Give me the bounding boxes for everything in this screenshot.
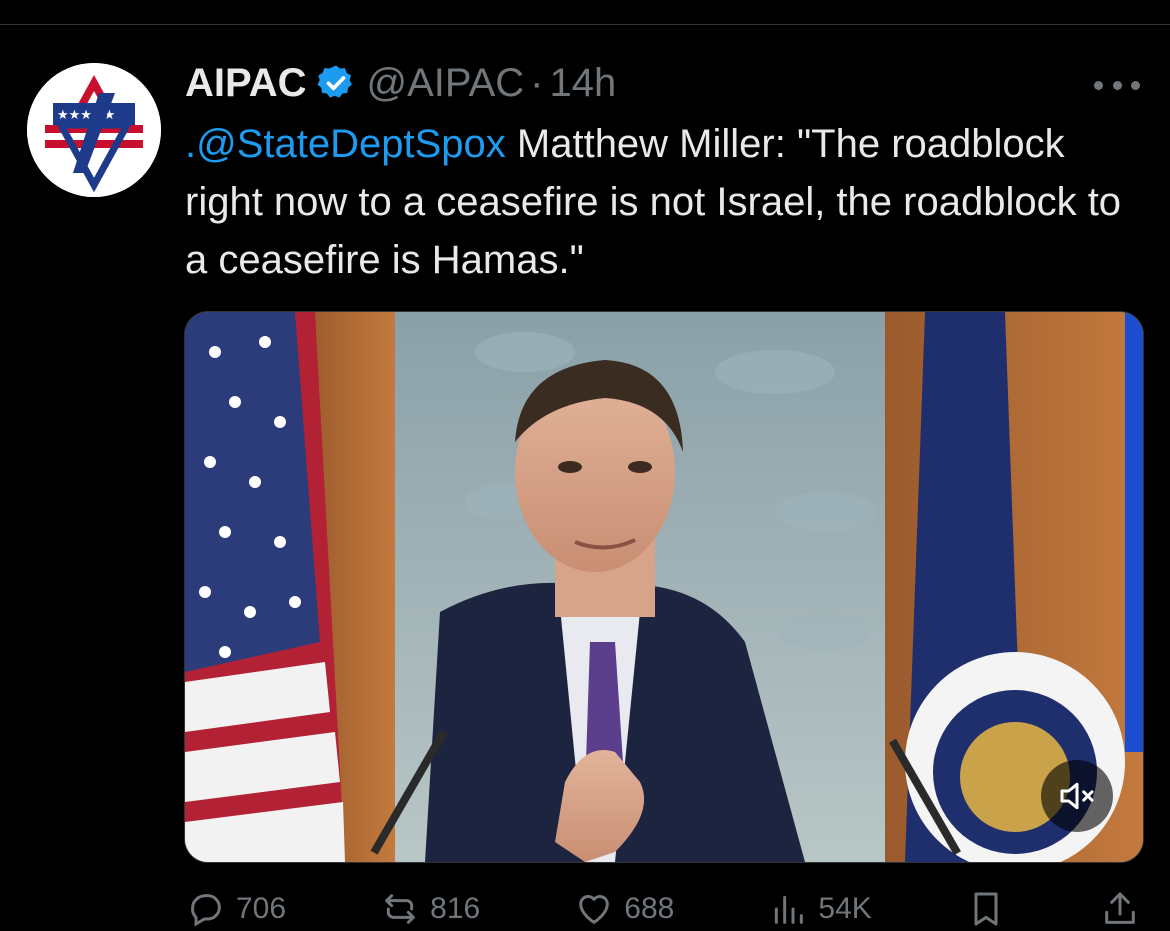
verified-badge-icon [316, 63, 356, 103]
display-name[interactable]: AIPAC [185, 61, 306, 106]
share-icon [1100, 889, 1140, 929]
bookmark-button[interactable] [966, 887, 1006, 931]
repost-icon [380, 889, 420, 929]
more-options-icon[interactable] [1094, 75, 1140, 95]
like-button[interactable]: 688 [574, 887, 674, 931]
share-button[interactable] [1100, 887, 1140, 931]
action-bar: 706 816 688 54K [186, 887, 1140, 931]
views-icon [768, 889, 808, 929]
views-count: 54K [818, 892, 872, 925]
tweet-text: .@StateDeptSpox Matthew Miller: "The roa… [185, 115, 1145, 289]
mention-link[interactable]: .@StateDeptSpox [185, 122, 506, 166]
bookmark-icon [966, 889, 1006, 929]
handle[interactable]: @AIPAC [366, 61, 524, 106]
timestamp[interactable]: 14h [550, 61, 617, 106]
repost-button[interactable]: 816 [380, 887, 480, 931]
reply-button[interactable]: 706 [186, 887, 286, 931]
aipac-logo: ★★★★★ [27, 63, 161, 197]
video-frame [185, 312, 1143, 862]
avatar[interactable]: ★★★★★ [27, 63, 161, 197]
reply-icon [186, 889, 226, 929]
tweet-header: AIPAC @AIPAC · 14h [185, 58, 616, 108]
like-count: 688 [624, 892, 675, 925]
tweet[interactable]: ★★★★★ AIPAC @AIPAC · 14h .@StateDeptSpox… [0, 25, 1170, 927]
video-player[interactable] [184, 311, 1144, 863]
like-icon [574, 889, 614, 929]
reply-count: 706 [236, 892, 287, 925]
separator-dot: · [530, 60, 544, 105]
views-button[interactable]: 54K [768, 887, 872, 931]
mute-icon[interactable] [1041, 760, 1113, 832]
repost-count: 816 [430, 892, 481, 925]
